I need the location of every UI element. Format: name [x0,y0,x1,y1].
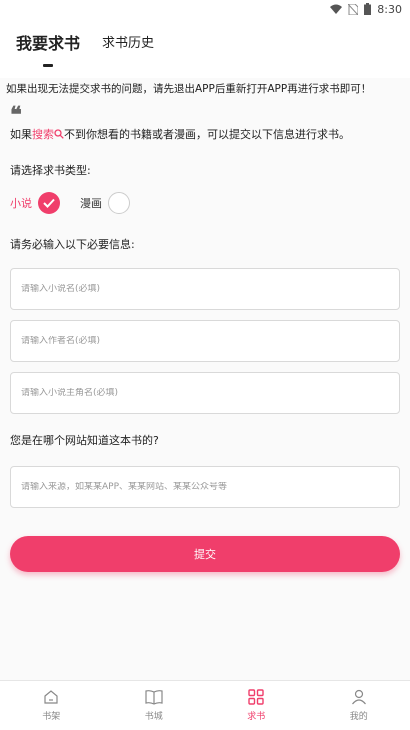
nav-label-bookshelf: 书架 [42,712,61,722]
intro-prefix: 如果 [10,128,32,141]
tab-request-book-label: 我要求书 [16,34,81,53]
source-input[interactable] [21,482,399,492]
nav-item-bookshelf[interactable]: 书架 [0,681,103,730]
nav-label-bookstore: 书城 [144,712,163,722]
novel-name-field[interactable] [10,268,400,310]
no-sim-icon [348,3,359,15]
quote-icon: ❝ [10,102,22,128]
bottom-nav: 书架 书城 求书 我的 [0,680,410,730]
type-option-comic[interactable]: 漫画 [80,192,130,214]
search-icon [54,129,64,139]
type-option-novel[interactable]: 小说 [10,192,60,214]
nav-label-request: 求书 [247,712,266,722]
radio-unchecked-icon[interactable] [108,192,130,214]
notice-text: 如果出现无法提交求书的问题，请先退出APP后重新打开APP再进行求书即可！ [6,83,372,95]
source-section-label: 您是在哪个网站知道这本书的? [10,434,159,447]
type-radio-group: 小说 漫画 [10,192,400,214]
wifi-icon [330,4,343,14]
grid-icon [248,689,264,705]
main-content: 如果出现无法提交求书的问题，请先退出APP后重新打开APP再进行求书即可！ ❝ … [0,78,410,680]
check-icon[interactable] [38,192,60,214]
type-option-novel-label: 小说 [10,197,32,210]
home-icon [44,690,58,704]
nav-label-profile: 我的 [349,712,368,722]
author-name-input[interactable] [21,336,399,346]
status-time: 8:30 [377,2,402,16]
submit-button[interactable]: 提交 [10,536,400,572]
active-tab-indicator [43,64,53,67]
status-bar: 8:30 [0,0,410,18]
required-section-label: 请务必输入以下必要信息: [10,238,135,251]
nav-item-bookstore[interactable]: 书城 [103,681,206,730]
nav-item-request[interactable]: 求书 [205,681,308,730]
nav-item-profile[interactable]: 我的 [308,681,410,730]
intro-suffix: 不到你想看的书籍或者漫画，可以提交以下信息进行求书。 [64,128,350,141]
type-option-comic-label: 漫画 [80,197,102,210]
type-section-label: 请选择求书类型: [10,164,91,177]
source-field[interactable] [10,466,400,508]
tab-request-history-label: 求书历史 [102,36,155,51]
battery-icon [364,3,372,15]
protagonist-name-field[interactable] [10,372,400,414]
tab-request-book[interactable]: 我要求书 [16,18,80,67]
user-icon [351,689,366,705]
intro-search-highlight: 搜索 [32,128,54,141]
book-icon [145,690,163,705]
novel-name-input[interactable] [21,284,399,294]
header-tabs: 我要求书 求书历史 [0,18,410,78]
author-name-field[interactable] [10,320,400,362]
intro-text: 如果搜索 不到你想看的书籍或者漫画，可以提交以下信息进行求书。 [10,126,400,142]
protagonist-name-input[interactable] [21,388,399,398]
tab-request-history[interactable]: 求书历史 [102,18,154,51]
